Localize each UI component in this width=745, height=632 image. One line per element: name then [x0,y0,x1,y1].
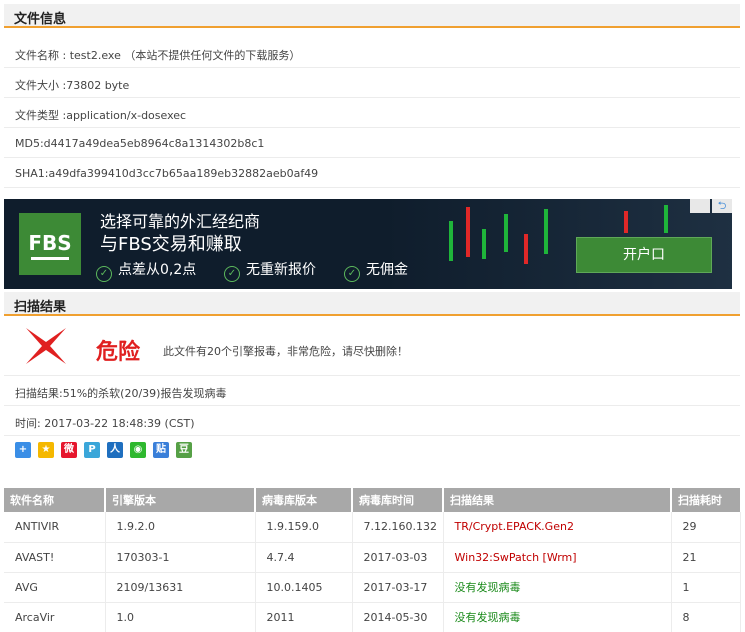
db-time: 2017-03-03 [352,542,444,573]
md5-row: MD5:d4417a49dea5eb8964c8a1314302b8c1 [4,128,740,158]
scan-result: 没有发现病毒 [443,602,672,632]
verdict-message: 此文件有20个引擎报毒，非常危险，请尽快删除！ [163,345,408,358]
col-db-version[interactable]: 病毒库版本 [255,488,353,512]
md5-value: MD5:d4417a49dea5eb8964c8a1314302b8c1 [15,137,265,150]
ad-feature-commission: ✓ 无佣金 [344,259,408,282]
renren-icon[interactable]: 人 [107,442,123,458]
fbs-ad-banner[interactable]: FBS 选择可靠的外汇经纪商 与FBS交易和赚取 ✓ 点差从0,2点 ✓ 无重新报价… [4,199,732,289]
engine-name: ArcaVir [4,602,106,632]
db-time: 2014-05-30 [352,602,444,632]
check-icon: ✓ [96,266,112,282]
chart-candle [504,214,508,252]
chart-candle [524,234,528,264]
scan-result-header: 扫描结果 [4,292,740,316]
file-info-title: 文件信息 [14,12,67,27]
scan-summary: 扫描结果:51%的杀软(20/39)报告发现病毒 [15,387,227,400]
open-account-button[interactable]: 开户口 [576,237,712,273]
ad-close-icon[interactable]: ⮌ [712,199,732,213]
fbs-logo-text: FBS [28,231,72,255]
sha1-value: SHA1:a49dfa399410d3cc7b65aa189eb32882aeb… [15,167,319,180]
file-type-row: 文件类型 :application/x-dosexec [4,98,740,128]
chart-candle [449,221,453,261]
engine-version: 1.0 [105,602,256,632]
scan-time-row: 时间: 2017-03-22 18:48:39 (CST) [4,406,740,436]
db-version: 10.0.1405 [255,572,353,603]
table-row: ANTIVIR 1.9.2.0 1.9.159.0 7.12.160.132 TR/Cr… [4,512,741,543]
file-info-header: 文件信息 [4,4,740,28]
chart-candle [482,229,486,259]
engine-name: AVG [4,572,106,603]
wechat-icon[interactable]: ◉ [130,442,146,458]
scan-time: 时间: 2017-03-22 18:48:39 (CST) [15,417,195,430]
scan-duration: 8 [671,602,741,632]
ad-feature-spread: ✓ 点差从0,2点 [96,259,196,282]
douban-icon[interactable]: 豆 [176,442,192,458]
db-time: 7.12.160.132 [352,512,444,543]
scan-result-title: 扫描结果 [14,300,67,315]
tencent-weibo-icon[interactable]: P [84,442,100,458]
ad-feature-requote: ✓ 无重新报价 [224,259,316,282]
file-type: 文件类型 :application/x-dosexec [15,109,187,122]
col-software[interactable]: 软件名称 [4,488,106,512]
check-icon: ✓ [224,266,240,282]
engine-version: 170303-1 [105,542,256,573]
sha1-row: SHA1:a49dfa399410d3cc7b65aa189eb32882aeb… [4,158,740,188]
table-row: AVG 2109/13631 10.0.1405 2017-03-17 没有发现病毒 1 [4,572,741,603]
verdict-label: 危险 [96,340,141,365]
engine-version: 1.9.2.0 [105,512,256,543]
chart-candle [466,207,470,257]
qzone-icon[interactable]: ★ [38,442,54,458]
scan-summary-row: 扫描结果:51%的杀软(20/39)报告发现病毒 [4,376,740,406]
file-size-row: 文件大小 :73802 byte [4,68,740,98]
scan-results-table: 软件名称 引擎版本 病毒库版本 病毒库时间 扫描结果 扫描耗时 ANTIVIR 1… [4,488,741,632]
db-version: 2011 [255,602,353,632]
scan-duration: 1 [671,572,741,603]
danger-x-icon [26,328,66,364]
chart-candle [624,211,628,233]
share-bar: + ★ 微 P 人 ◉ 贴豆 [15,442,192,460]
engine-name: ANTIVIR [4,512,106,543]
db-version: 4.7.4 [255,542,353,573]
table-row: ArcaVir 1.0 2011 2014-05-30 没有发现病毒 8 [4,602,741,632]
db-time: 2017-03-17 [352,572,444,603]
danger-verdict: 危险 此文件有20个引擎报毒，非常危险，请尽快删除！ [4,316,740,376]
file-name-row: 文件名称 : test2.exe （本站不提供任何文件的下载服务） [4,38,740,68]
col-scan-result[interactable]: 扫描结果 [443,488,672,512]
col-engine-version[interactable]: 引擎版本 [105,488,256,512]
scan-result: TR/Crypt.EPACK.Gen2 [443,512,672,543]
fbs-logo: FBS [19,213,81,275]
db-version: 1.9.159.0 [255,512,353,543]
col-scan-duration[interactable]: 扫描耗时 [671,488,740,512]
table-row: AVAST! 170303-1 4.7.4 2017-03-03 Win32:SwPat… [4,542,741,573]
ad-subheadline: 与FBS交易和赚取 [100,234,242,255]
weibo-icon[interactable]: 微 [61,442,77,458]
scan-result: 没有发现病毒 [443,572,672,603]
scan-duration: 29 [671,512,741,543]
ad-headline: 选择可靠的外汇经纪商 [100,212,261,231]
scan-result: Win32:SwPatch [Wrm] [443,542,672,573]
ad-info-icon[interactable] [690,199,710,213]
chart-candle [544,209,548,254]
engine-name: AVAST! [4,542,106,573]
tieba-icon[interactable]: 贴 [153,442,169,458]
file-name: 文件名称 : test2.exe （本站不提供任何文件的下载服务） [15,49,301,62]
engine-version: 2109/13631 [105,572,256,603]
add-share-icon[interactable]: + [15,442,31,458]
chart-candle [664,205,668,233]
table-header-row: 软件名称 引擎版本 病毒库版本 病毒库时间 扫描结果 扫描耗时 [4,488,740,512]
col-db-time[interactable]: 病毒库时间 [352,488,444,512]
scan-duration: 21 [671,542,741,573]
check-icon: ✓ [344,266,360,282]
file-size: 文件大小 :73802 byte [15,79,130,92]
